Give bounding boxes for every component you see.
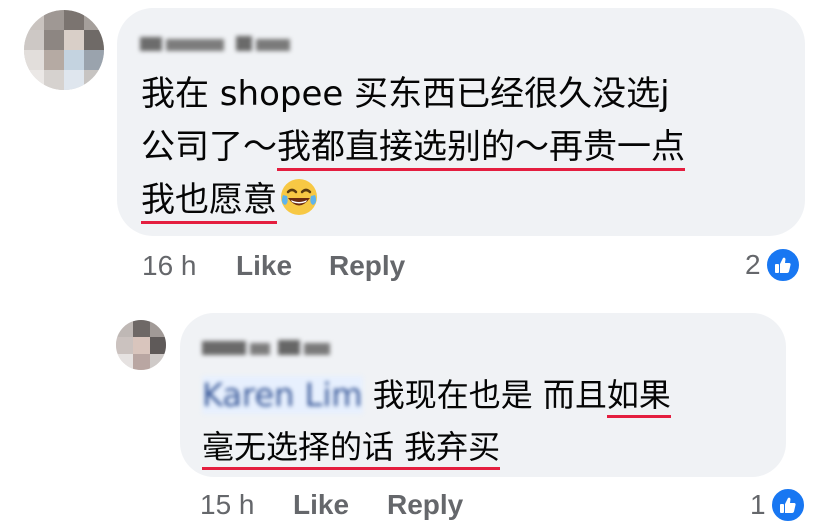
laughing-with-tears-emoji <box>279 177 319 233</box>
comment-line: 公司了～我都直接选别的～再贵一点 <box>141 121 685 174</box>
avatar[interactable] <box>116 320 166 370</box>
comment-line: Karen Lim 我现在也是 而且如果 <box>202 369 671 421</box>
like-label[interactable]: Like <box>236 250 292 281</box>
comment-meta: 15 h <box>200 489 255 521</box>
comment-line: 我在 shopee 买东西已经很久没选j <box>141 68 670 121</box>
timestamp[interactable]: 15 h <box>200 489 255 520</box>
underlined-text: 毫无选择的话 我弃买 <box>202 428 501 470</box>
reaction-count: 1 <box>750 489 766 520</box>
reaction-summary[interactable]: 2 <box>745 246 802 284</box>
reaction-summary[interactable]: 1 <box>750 486 807 524</box>
avatar[interactable] <box>24 10 104 90</box>
reply-action[interactable]: Reply <box>329 250 405 282</box>
reply-label[interactable]: Reply <box>387 489 463 520</box>
text-segment: 我在 shopee 买东西已经很久没选j <box>141 74 670 114</box>
like-label[interactable]: Like <box>293 489 349 520</box>
text-segment: 公司了～ <box>141 127 277 167</box>
underlined-text: 我也愿意 <box>141 180 277 224</box>
author-name[interactable] <box>140 33 290 60</box>
reply-action[interactable]: Reply <box>387 489 463 521</box>
mention-tag[interactable]: Karen Lim <box>202 376 363 414</box>
author-name[interactable] <box>202 337 332 364</box>
underlined-text: 我都直接选别的～再贵一点 <box>277 127 685 171</box>
like-action[interactable]: Like <box>236 250 292 282</box>
thumbs-up-icon <box>763 246 802 284</box>
comment-line: 毫无选择的话 我弃买 <box>202 421 501 473</box>
underlined-text: 如果 <box>606 376 671 418</box>
like-action[interactable]: Like <box>293 489 349 521</box>
timestamp[interactable]: 16 h <box>142 250 197 281</box>
comment-line: 我也愿意 <box>141 174 319 233</box>
reaction-count: 2 <box>745 249 761 280</box>
reply-label[interactable]: Reply <box>329 250 405 281</box>
thumbs-up-icon <box>768 486 807 524</box>
comment-meta: 16 h <box>142 250 197 282</box>
text-segment: 我现在也是 而且 <box>362 376 607 414</box>
